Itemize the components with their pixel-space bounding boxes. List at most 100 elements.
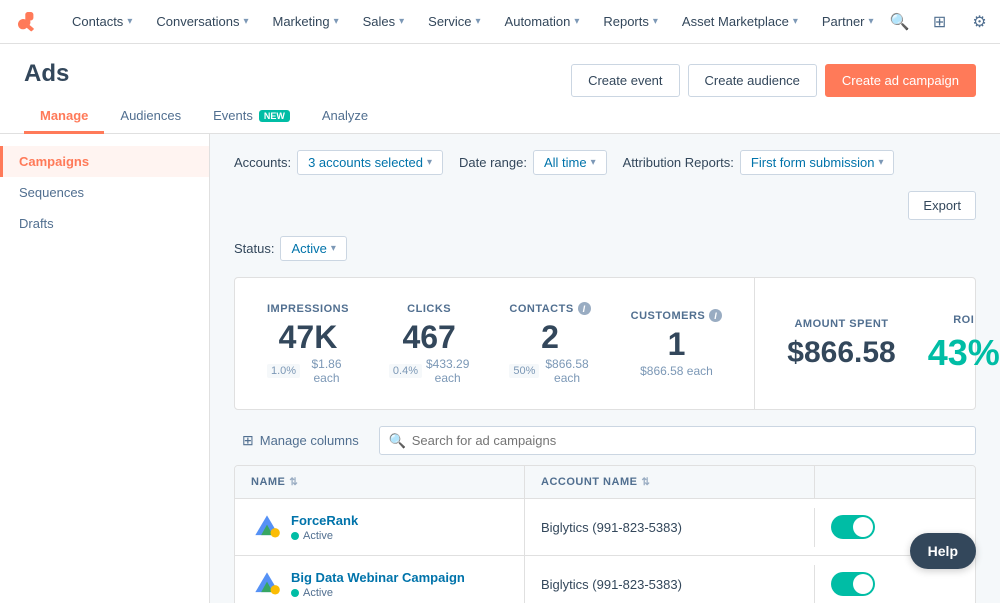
create-campaign-button[interactable]: Create ad campaign	[825, 64, 976, 97]
campaign-name-2[interactable]: Big Data Webinar Campaign	[291, 570, 465, 585]
td-campaign-2: Big Data Webinar Campaign Active	[235, 556, 525, 603]
search-icon: 🔍	[389, 432, 406, 449]
toggle-1-wrap	[831, 515, 875, 539]
campaign-info-1: ForceRank Active	[291, 513, 358, 542]
columns-icon: ⊞	[242, 432, 254, 449]
status-dropdown[interactable]: Active ▾	[280, 236, 346, 261]
status-chevron-icon: ▾	[331, 243, 336, 254]
status-label: Status:	[234, 241, 274, 256]
stat-impressions: IMPRESSIONS 47K 1.0% $1.86 each	[267, 303, 349, 385]
roi-value: 43%	[928, 332, 1000, 374]
sidebar-item-sequences[interactable]: Sequences	[0, 177, 209, 208]
impressions-each: $1.86 each	[304, 357, 349, 385]
customers-value: 1	[631, 328, 723, 360]
tab-manage[interactable]: Manage	[24, 100, 104, 134]
contacts-each: $866.58 each	[543, 357, 590, 385]
customers-info-icon[interactable]: i	[709, 309, 722, 322]
stat-amount-spent: AMOUNT SPENT $866.58	[787, 318, 895, 370]
stat-roi: ROI 43%	[928, 314, 1000, 374]
page-title: Ads	[24, 60, 69, 88]
campaign-logo-1	[251, 511, 283, 543]
table-row: Big Data Webinar Campaign Active Biglyti…	[235, 556, 975, 603]
nav-reports[interactable]: Reports ▾	[591, 0, 670, 44]
toggle-1-knob	[853, 517, 873, 537]
campaign-name-1[interactable]: ForceRank	[291, 513, 358, 528]
th-account-name: ACCOUNT NAME ⇅	[525, 466, 815, 498]
sidebar: Campaigns Sequences Drafts	[0, 134, 210, 603]
top-nav: Contacts ▾ Conversations ▾ Marketing ▾ S…	[0, 0, 1000, 44]
account-sort-icon[interactable]: ⇅	[641, 477, 650, 488]
nav-marketing[interactable]: Marketing ▾	[260, 0, 350, 44]
date-range-filter: Date range: All time ▾	[459, 150, 607, 175]
nav-asset-marketplace[interactable]: Asset Marketplace ▾	[670, 0, 810, 44]
date-range-chevron-icon: ▾	[591, 157, 596, 168]
stat-customers: CUSTOMERS i 1 $866.58 each	[631, 309, 723, 378]
status-filter-row: Status: Active ▾	[234, 236, 976, 261]
attribution-filter: Attribution Reports: First form submissi…	[623, 150, 895, 175]
table-row: ForceRank Active Biglytics (991-823-5383…	[235, 499, 975, 556]
create-audience-button[interactable]: Create audience	[688, 64, 817, 97]
stats-right: AMOUNT SPENT $866.58 ROI 43%	[755, 278, 985, 409]
status-dot-1	[291, 532, 299, 540]
contacts-info-icon[interactable]: i	[578, 302, 591, 315]
customers-each: $866.58 each	[640, 364, 713, 378]
nav-partner[interactable]: Partner ▾	[810, 0, 886, 44]
export-button[interactable]: Export	[908, 191, 976, 220]
impressions-pct: 1.0%	[267, 364, 300, 378]
contacts-chevron-icon: ▾	[127, 16, 132, 27]
attribution-chevron-icon: ▾	[878, 157, 883, 168]
marketing-chevron-icon: ▾	[334, 16, 339, 27]
tab-analyze[interactable]: Analyze	[306, 100, 384, 134]
manage-columns-button[interactable]: ⊞ Manage columns	[234, 428, 367, 453]
nav-contacts[interactable]: Contacts ▾	[60, 0, 144, 44]
accounts-label: Accounts:	[234, 155, 291, 170]
th-toggle	[815, 466, 975, 498]
sidebar-item-campaigns[interactable]: Campaigns	[0, 146, 209, 177]
hubspot-logo[interactable]	[16, 10, 40, 34]
date-range-label: Date range:	[459, 155, 527, 170]
search-icon[interactable]: 🔍	[886, 8, 914, 36]
stats-card: IMPRESSIONS 47K 1.0% $1.86 each CLICKS 4…	[234, 277, 976, 410]
toggle-2[interactable]	[831, 572, 875, 596]
service-chevron-icon: ▾	[476, 16, 481, 27]
amount-spent-value: $866.58	[787, 336, 895, 370]
campaign-logo-2	[251, 568, 283, 600]
settings-icon[interactable]: ⚙	[966, 8, 994, 36]
partner-chevron-icon: ▾	[869, 16, 874, 27]
name-sort-icon[interactable]: ⇅	[289, 477, 298, 488]
td-campaign-1: ForceRank Active	[235, 499, 525, 555]
help-button[interactable]: Help	[910, 533, 976, 569]
sales-chevron-icon: ▾	[399, 16, 404, 27]
toggle-2-wrap	[831, 572, 875, 596]
create-event-button[interactable]: Create event	[571, 64, 679, 97]
accounts-dropdown[interactable]: 3 accounts selected ▾	[297, 150, 443, 175]
accounts-chevron-icon: ▾	[427, 157, 432, 168]
clicks-each: $433.29 each	[426, 357, 469, 385]
filter-bar: Accounts: 3 accounts selected ▾ Date ran…	[234, 150, 976, 220]
nav-items: Contacts ▾ Conversations ▾ Marketing ▾ S…	[60, 0, 886, 44]
tab-audiences[interactable]: Audiences	[104, 100, 197, 134]
nav-service[interactable]: Service ▾	[416, 0, 492, 44]
asset-marketplace-chevron-icon: ▾	[793, 16, 798, 27]
marketplace-icon[interactable]: ⊞	[926, 8, 954, 36]
attribution-dropdown[interactable]: First form submission ▾	[740, 150, 895, 175]
nav-sales[interactable]: Sales ▾	[351, 0, 417, 44]
reports-chevron-icon: ▾	[653, 16, 658, 27]
date-range-dropdown[interactable]: All time ▾	[533, 150, 607, 175]
impressions-value: 47K	[267, 321, 349, 353]
automation-chevron-icon: ▾	[574, 16, 579, 27]
nav-automation[interactable]: Automation ▾	[493, 0, 592, 44]
search-input[interactable]	[379, 426, 976, 455]
campaign-info-2: Big Data Webinar Campaign Active	[291, 570, 465, 599]
nav-conversations[interactable]: Conversations ▾	[144, 0, 260, 44]
conversations-chevron-icon: ▾	[243, 16, 248, 27]
clicks-pct: 0.4%	[389, 364, 422, 378]
accounts-filter: Accounts: 3 accounts selected ▾	[234, 150, 443, 175]
nav-right: 🔍 ⊞ ⚙ 🔔 A ▾	[886, 8, 1000, 36]
toggle-1[interactable]	[831, 515, 875, 539]
tab-events[interactable]: Events NEW	[197, 100, 306, 134]
clicks-value: 467	[389, 321, 469, 353]
stats-main: IMPRESSIONS 47K 1.0% $1.86 each CLICKS 4…	[235, 278, 755, 409]
sidebar-item-drafts[interactable]: Drafts	[0, 208, 209, 239]
new-badge: NEW	[259, 110, 290, 122]
